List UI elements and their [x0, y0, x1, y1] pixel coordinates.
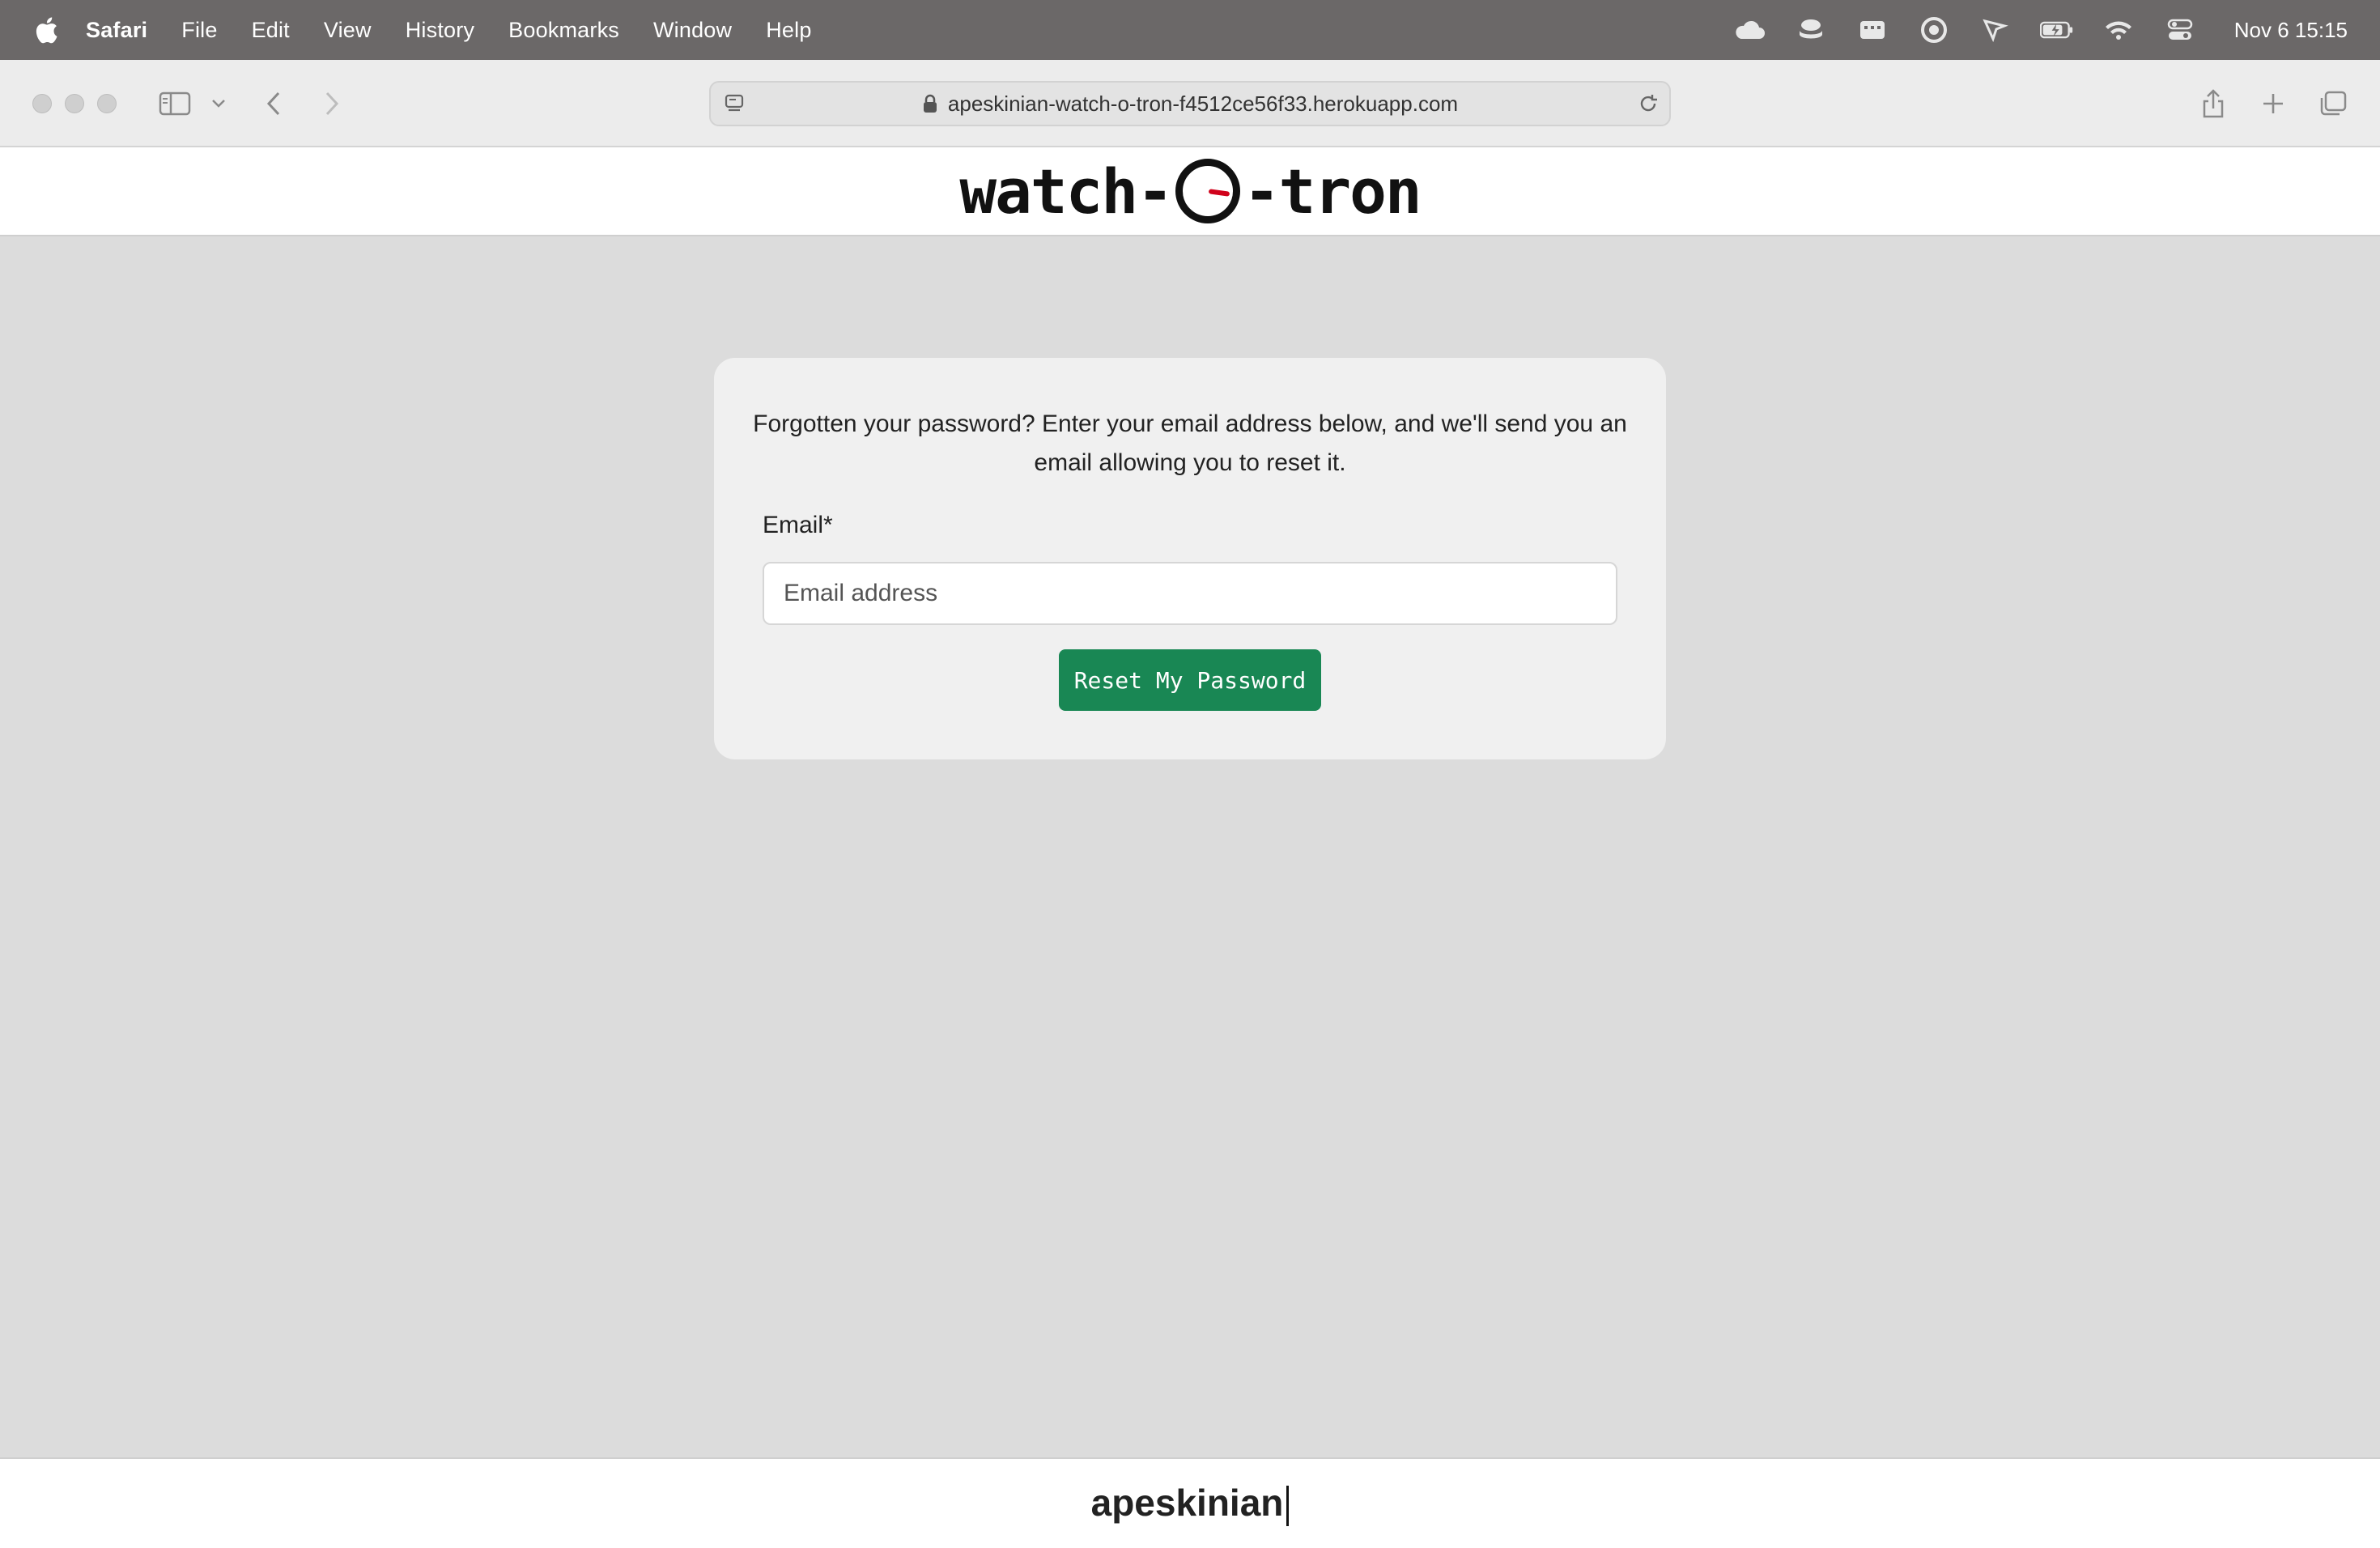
- wifi-icon[interactable]: [2102, 16, 2136, 44]
- minimize-window-button[interactable]: [65, 94, 84, 113]
- new-tab-icon[interactable]: [2257, 84, 2289, 123]
- browser-toolbar: apeskinian-watch-o-tron-f4512ce56f33.her…: [0, 60, 2380, 147]
- cloud-icon[interactable]: [1732, 16, 1766, 44]
- menu-view[interactable]: View: [324, 18, 372, 43]
- back-icon[interactable]: [259, 84, 288, 123]
- menu-window[interactable]: Window: [653, 18, 732, 43]
- chevron-down-icon[interactable]: [207, 84, 230, 123]
- drive-stack-icon[interactable]: [1794, 16, 1828, 44]
- tab-overview-icon[interactable]: [2317, 84, 2349, 123]
- address-bar[interactable]: apeskinian-watch-o-tron-f4512ce56f33.her…: [709, 81, 1671, 126]
- zoom-window-button[interactable]: [97, 94, 117, 113]
- menubar-clock[interactable]: Nov 6 15:15: [2234, 18, 2348, 43]
- window-controls: [32, 94, 130, 113]
- menu-help[interactable]: Help: [766, 18, 811, 43]
- site-header: watch- -tron: [0, 147, 2380, 236]
- url-field[interactable]: apeskinian-watch-o-tron-f4512ce56f33.her…: [711, 83, 1669, 125]
- calendar-icon[interactable]: [1855, 16, 1889, 44]
- menu-edit[interactable]: Edit: [252, 18, 290, 43]
- username-text: apeskinian: [1090, 1482, 1284, 1525]
- reload-icon[interactable]: [1637, 92, 1660, 119]
- close-window-button[interactable]: [32, 94, 52, 113]
- url-text: apeskinian-watch-o-tron-f4512ce56f33.her…: [947, 91, 1459, 116]
- apple-icon[interactable]: [32, 14, 60, 46]
- target-icon[interactable]: [1917, 16, 1951, 44]
- logo-text-right: -tron: [1243, 155, 1422, 228]
- menu-app-safari[interactable]: Safari: [86, 18, 147, 43]
- footer-username: apeskinian: [1091, 1481, 1290, 1526]
- reset-instructions: Forgotten your password? Enter your emai…: [753, 410, 1627, 476]
- control-center-icon[interactable]: [2163, 16, 2197, 44]
- pointer-app-icon[interactable]: [1978, 16, 2012, 44]
- password-reset-card: Forgotten your password? Enter your emai…: [714, 358, 1666, 759]
- logo-text-left: watch-: [959, 155, 1174, 228]
- site-footer: apeskinian: [0, 1457, 2380, 1548]
- battery-icon[interactable]: [2039, 16, 2074, 44]
- menu-history[interactable]: History: [406, 18, 474, 43]
- menu-file[interactable]: File: [181, 18, 217, 43]
- share-icon[interactable]: [2197, 84, 2229, 123]
- email-field[interactable]: [763, 562, 1617, 625]
- reset-password-button[interactable]: Reset My Password: [1059, 649, 1321, 711]
- lock-icon: [922, 94, 938, 113]
- email-label: Email*: [763, 512, 833, 538]
- sidebar-toggle-icon[interactable]: [157, 84, 193, 123]
- text-cursor: [1286, 1485, 1290, 1526]
- menu-bookmarks[interactable]: Bookmarks: [508, 18, 619, 43]
- site-logo[interactable]: watch- -tron: [959, 155, 1422, 228]
- status-area: Nov 6 15:15: [1705, 0, 2348, 60]
- forward-icon[interactable]: [317, 84, 346, 123]
- clock-logo-icon: [1175, 159, 1240, 223]
- menu-bar: Safari File Edit View History Bookmarks …: [0, 0, 2380, 60]
